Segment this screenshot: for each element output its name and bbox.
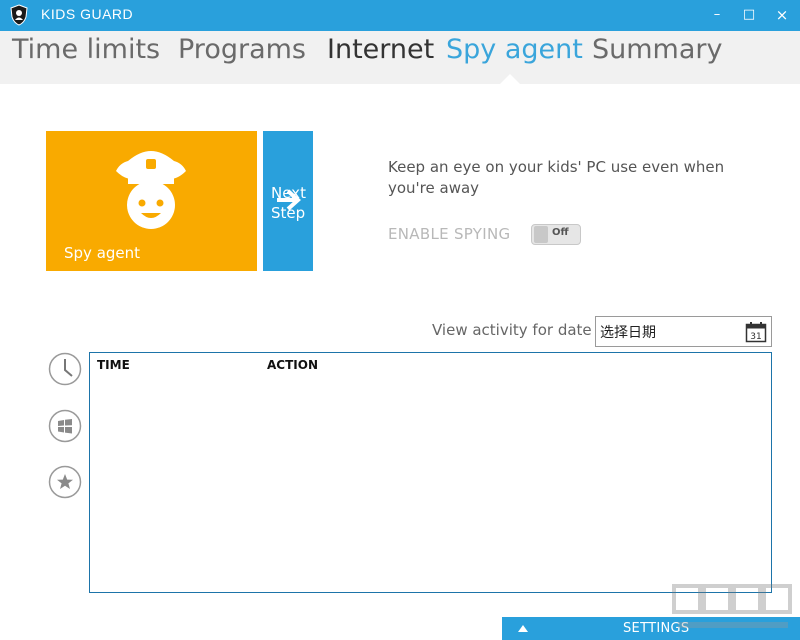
clock-icon[interactable] bbox=[48, 352, 82, 386]
spy-agent-tile-label: Spy agent bbox=[64, 244, 141, 262]
active-tab-pointer bbox=[500, 74, 520, 84]
enable-spying-toggle[interactable]: Off bbox=[531, 224, 581, 245]
next-step-tile[interactable]: Next Step bbox=[263, 131, 313, 271]
title-bar: KIDS GUARD – □ × bbox=[0, 0, 800, 31]
spy-agent-tile[interactable]: Spy agent bbox=[46, 131, 257, 271]
enable-spying-label: ENABLE SPYING bbox=[388, 225, 511, 243]
tab-time-limits[interactable]: Time limits bbox=[12, 34, 160, 65]
column-header-time[interactable]: TIME bbox=[97, 358, 130, 372]
calendar-icon[interactable]: 31 bbox=[745, 321, 767, 343]
arrow-right-icon bbox=[277, 189, 301, 211]
tab-internet[interactable]: Internet bbox=[327, 34, 434, 65]
calendar-day-text: 31 bbox=[750, 332, 761, 342]
view-activity-label: View activity for date bbox=[432, 321, 592, 339]
tab-bar: Time limits Programs Internet Spy agent … bbox=[0, 31, 800, 84]
star-icon[interactable] bbox=[48, 465, 82, 499]
watermark-logo-icon bbox=[672, 584, 792, 628]
maximize-button[interactable]: □ bbox=[737, 4, 761, 26]
toggle-knob bbox=[534, 226, 548, 243]
app-title: KIDS GUARD bbox=[41, 6, 134, 22]
tab-spy-agent[interactable]: Spy agent bbox=[446, 34, 583, 65]
toggle-state-text: Off bbox=[552, 227, 569, 238]
minimize-button[interactable]: – bbox=[705, 4, 729, 26]
triangle-up-icon bbox=[518, 625, 528, 632]
tab-summary[interactable]: Summary bbox=[592, 34, 722, 65]
date-picker-value: 选择日期 bbox=[600, 325, 656, 341]
tab-programs[interactable]: Programs bbox=[178, 34, 306, 65]
column-header-action[interactable]: ACTION bbox=[267, 358, 318, 372]
close-button[interactable]: × bbox=[770, 4, 794, 26]
police-officer-icon bbox=[116, 151, 186, 229]
date-picker-input[interactable]: 选择日期 31 bbox=[595, 316, 772, 347]
activity-table[interactable]: TIME ACTION bbox=[89, 352, 772, 593]
shield-logo-icon bbox=[10, 4, 28, 26]
windows-icon[interactable] bbox=[48, 409, 82, 443]
spy-description: Keep an eye on your kids' PC use even wh… bbox=[388, 158, 725, 197]
